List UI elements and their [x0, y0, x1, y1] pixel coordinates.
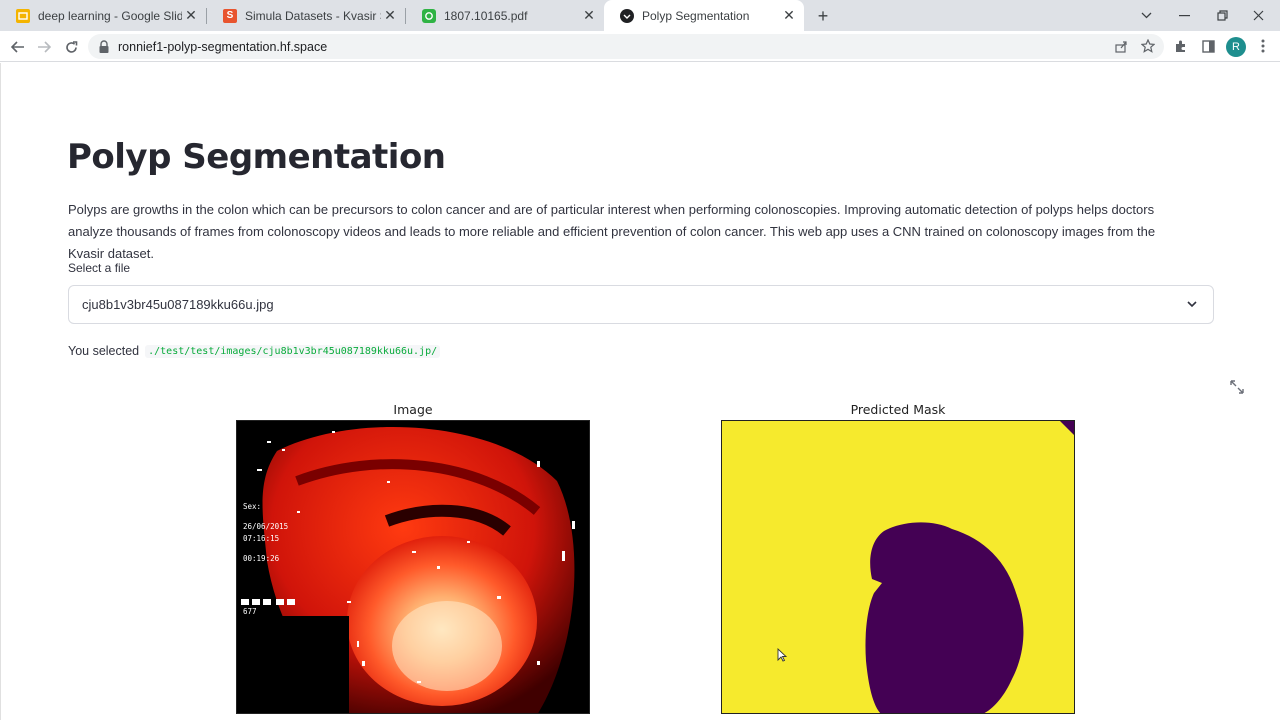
tab-title: 1807.10165.pdf — [444, 8, 528, 23]
close-window-icon[interactable] — [1240, 0, 1276, 31]
url-text: ronnief1-polyp-segmentation.hf.space — [118, 39, 328, 54]
app-page: Polyp Segmentation Polyps are growths in… — [0, 63, 1280, 720]
endoscopy-image: Sex: 26/06/2015 07:16:15 00:19:26 677 — [236, 420, 590, 714]
selected-file-path: ./test/test/images/cju8b1v3br45u087189kk… — [145, 344, 441, 358]
file-select-label: Select a file — [68, 261, 131, 275]
huggingface-icon — [620, 8, 634, 23]
overlay-time: 07:16:15 — [243, 534, 279, 543]
tab-polyp-segmentation[interactable]: Polyp Segmentation ✕ — [604, 0, 804, 31]
tab-kvasir-seg[interactable]: S Simula Datasets - Kvasir SEG ✕ — [207, 0, 405, 31]
app-description: Polyps are growths in the colon which ca… — [68, 202, 1156, 261]
google-slides-icon — [16, 8, 30, 23]
reload-icon[interactable] — [59, 35, 83, 59]
tab-title: Polyp Segmentation — [642, 8, 750, 23]
close-tab-icon[interactable]: ✕ — [580, 7, 598, 25]
side-panel-icon[interactable] — [1197, 35, 1219, 57]
file-select-dropdown[interactable]: cju8b1v3br45u087189kku66u.jpg — [68, 285, 1214, 324]
image-figure-title: Image — [393, 402, 433, 417]
new-tab-icon[interactable]: + — [812, 5, 834, 27]
address-bar[interactable]: ronnief1-polyp-segmentation.hf.space — [88, 34, 1164, 59]
mouse-cursor-icon — [777, 648, 787, 662]
overlay-elapsed: 00:19:26 — [243, 554, 280, 563]
pdf-reader-icon — [422, 8, 436, 23]
simula-s-icon: S — [223, 8, 237, 23]
tab-title: Simula Datasets - Kvasir SEG — [245, 8, 381, 23]
bookmark-star-icon[interactable] — [1137, 35, 1159, 57]
selected-prefix: You selected — [68, 344, 140, 358]
overlay-date: 26/06/2015 — [243, 522, 288, 531]
extensions-puzzle-icon[interactable] — [1170, 35, 1192, 57]
page-title: Polyp Segmentation — [67, 137, 446, 177]
close-tab-icon[interactable]: ✕ — [780, 7, 798, 25]
chevron-down-icon[interactable] — [1185, 297, 1199, 311]
overlay-label: Sex: — [243, 502, 261, 511]
fullscreen-expand-icon[interactable] — [1229, 379, 1245, 395]
close-tab-icon[interactable]: ✕ — [381, 7, 399, 25]
back-arrow-icon[interactable] — [6, 35, 30, 59]
share-icon[interactable] — [1110, 35, 1132, 57]
tab-title: deep learning - Google Slides — [38, 8, 182, 23]
profile-avatar[interactable]: R — [1226, 37, 1246, 57]
overlay-code: 677 — [243, 607, 257, 616]
browser-tab-strip: deep learning - Google Slides ✕ S Simula… — [0, 0, 1280, 31]
selected-file-info: You selected ./test/test/images/cju8b1v3… — [68, 344, 441, 358]
forward-arrow-icon[interactable] — [32, 35, 56, 59]
tab-search-chevron-icon[interactable] — [1128, 0, 1164, 31]
predicted-mask-image — [721, 420, 1075, 714]
minimize-window-icon[interactable] — [1166, 0, 1202, 31]
tab-google-slides[interactable]: deep learning - Google Slides ✕ — [0, 0, 206, 31]
tab-pdf[interactable]: 1807.10165.pdf ✕ — [406, 0, 604, 31]
browser-toolbar: ronnief1-polyp-segmentation.hf.space R — [0, 31, 1280, 62]
kebab-menu-icon[interactable] — [1252, 35, 1274, 57]
file-select-value: cju8b1v3br45u087189kku66u.jpg — [82, 297, 274, 312]
lock-icon[interactable] — [98, 39, 110, 54]
mask-figure-title: Predicted Mask — [850, 402, 946, 417]
restore-window-icon[interactable] — [1204, 0, 1240, 31]
close-tab-icon[interactable]: ✕ — [182, 7, 200, 25]
